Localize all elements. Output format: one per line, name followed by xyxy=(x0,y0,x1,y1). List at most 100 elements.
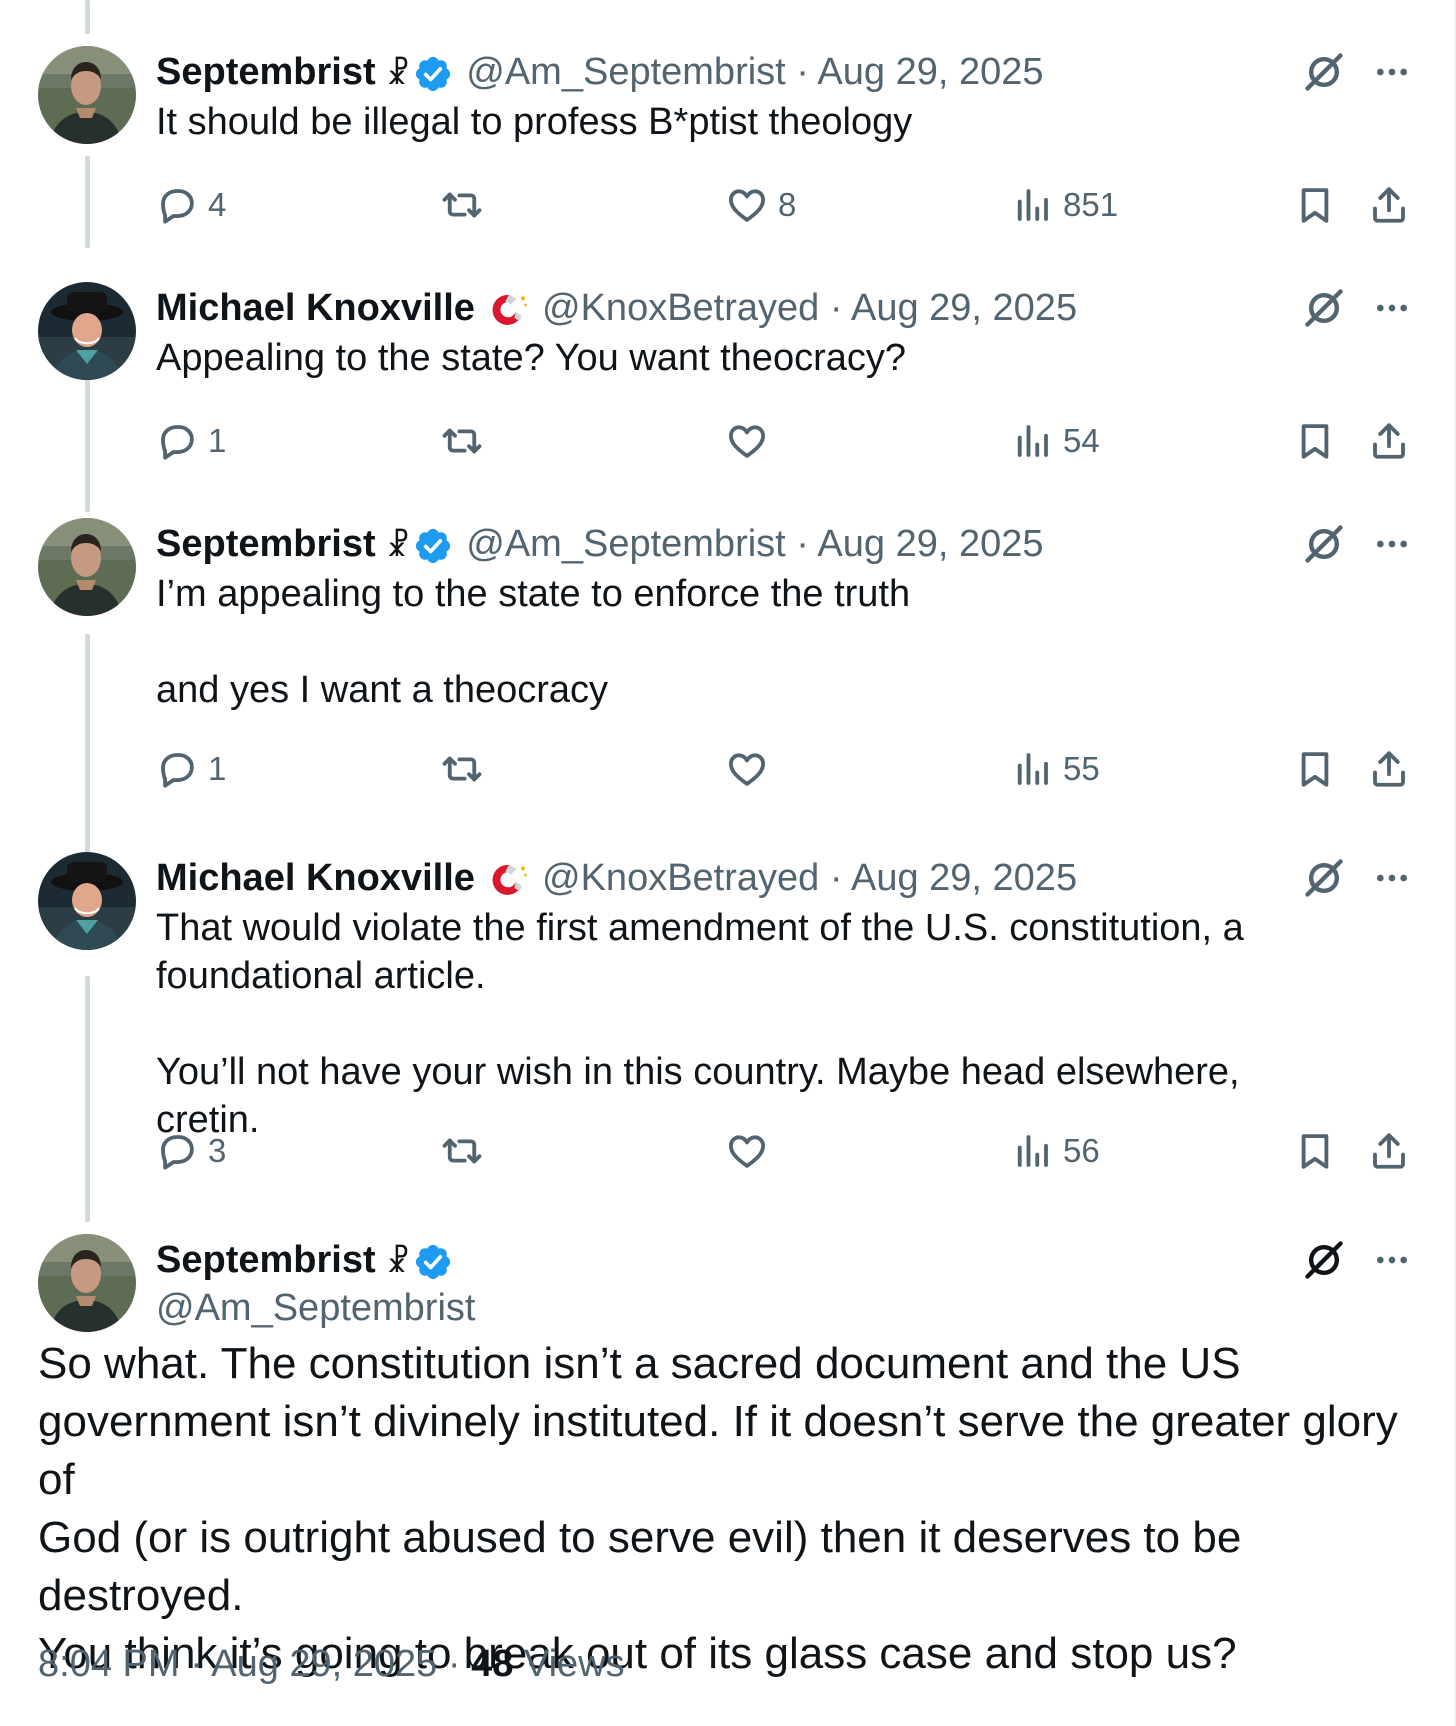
verified-badge-icon[interactable] xyxy=(413,526,453,566)
grok-icon[interactable] xyxy=(1302,286,1346,330)
tweet-text: Appealing to the state? You want theocra… xyxy=(156,337,906,379)
like-button[interactable]: 8 xyxy=(726,180,796,230)
repost-icon xyxy=(441,1130,483,1172)
views-button[interactable]: 55 xyxy=(1011,744,1100,794)
separator-dot: · xyxy=(447,1643,461,1685)
more-icon[interactable] xyxy=(1372,524,1412,564)
bookmark-icon xyxy=(1294,748,1336,790)
share-button[interactable] xyxy=(1368,180,1410,230)
tweet-date[interactable]: Aug 29, 2025 xyxy=(851,857,1077,899)
views-icon xyxy=(1011,184,1053,226)
author-name[interactable]: Septembrist xyxy=(156,523,376,565)
author-name[interactable]: Michael Knoxville xyxy=(156,287,475,329)
bookmark-icon xyxy=(1294,184,1336,226)
grok-icon[interactable] xyxy=(1302,522,1346,566)
repost-button[interactable] xyxy=(441,416,493,466)
like-button[interactable] xyxy=(726,744,778,794)
repost-button[interactable] xyxy=(441,1126,493,1176)
share-icon xyxy=(1368,420,1410,462)
like-icon xyxy=(726,184,768,226)
like-button[interactable] xyxy=(726,1126,778,1176)
author-name[interactable]: Septembrist xyxy=(156,1239,376,1281)
tweet-header: Michael Knoxville @KnoxBetrayed · Aug 29… xyxy=(156,856,1077,900)
share-icon xyxy=(1368,1130,1410,1172)
reply-button[interactable]: 3 xyxy=(156,1126,226,1176)
verified-badge-icon[interactable] xyxy=(413,1242,453,1282)
avatar[interactable] xyxy=(38,852,136,950)
separator-dot: · xyxy=(829,287,843,329)
tweet-actions: 3 56 xyxy=(156,1126,1416,1176)
views-button[interactable]: 54 xyxy=(1011,416,1100,466)
chi-rho-symbol: ☧ xyxy=(386,58,410,91)
views-button[interactable]: 56 xyxy=(1011,1126,1100,1176)
chi-rho-symbol: ☧ xyxy=(386,1246,410,1279)
share-button[interactable] xyxy=(1368,1126,1410,1176)
tweet-date[interactable]: Aug 29, 2025 xyxy=(851,287,1077,329)
views-icon xyxy=(1011,1130,1053,1172)
repost-button[interactable] xyxy=(441,180,493,230)
tweet-text: It should be illegal to profess B*ptist … xyxy=(156,101,913,143)
views-icon xyxy=(1011,748,1053,790)
grok-icon[interactable] xyxy=(1302,50,1346,94)
views-count: 48 xyxy=(471,1643,514,1685)
more-icon[interactable] xyxy=(1372,858,1412,898)
like-icon xyxy=(726,748,768,790)
like-button[interactable] xyxy=(726,416,778,466)
avatar[interactable] xyxy=(38,282,136,380)
tweet-date[interactable]: Aug 29, 2025 xyxy=(817,51,1043,93)
author-handle[interactable]: @Am_Septembrist xyxy=(466,523,785,565)
repost-button[interactable] xyxy=(441,744,493,794)
views-button[interactable]: 851 xyxy=(1011,180,1118,230)
magnet-icon xyxy=(488,860,528,900)
author-handle[interactable]: @KnoxBetrayed xyxy=(542,287,819,329)
tweet-date[interactable]: Aug 29, 2025 xyxy=(817,523,1043,565)
grok-icon[interactable] xyxy=(1302,1238,1346,1282)
tweet-text: That would violate the first amendment o… xyxy=(156,907,1244,1141)
thread-line xyxy=(85,156,90,248)
separator-dot: · xyxy=(829,857,843,899)
bookmark-icon xyxy=(1294,420,1336,462)
author-name[interactable]: Septembrist xyxy=(156,51,376,93)
author-handle[interactable]: @Am_Septembrist xyxy=(466,51,785,93)
more-icon[interactable] xyxy=(1372,52,1412,92)
bookmark-icon xyxy=(1294,1130,1336,1172)
share-icon xyxy=(1368,184,1410,226)
magnet-icon xyxy=(488,290,528,330)
tweet-time[interactable]: 8:04 PM xyxy=(38,1643,180,1685)
reply-icon xyxy=(156,420,198,462)
author-name[interactable]: Michael Knoxville xyxy=(156,857,475,899)
separator-dot: · xyxy=(796,51,809,93)
thread-line xyxy=(85,976,90,1222)
views-icon xyxy=(1011,420,1053,462)
reply-button[interactable]: 1 xyxy=(156,416,226,466)
avatar[interactable] xyxy=(38,518,136,616)
reply-icon xyxy=(156,748,198,790)
views-label: Views xyxy=(523,1643,625,1685)
author-handle[interactable]: @Am_Septembrist xyxy=(156,1286,475,1330)
bookmark-button[interactable] xyxy=(1294,180,1336,230)
more-icon[interactable] xyxy=(1372,288,1412,328)
tweet-date[interactable]: Aug 29, 2025 xyxy=(211,1643,437,1685)
author-handle[interactable]: @KnoxBetrayed xyxy=(542,857,819,899)
share-button[interactable] xyxy=(1368,744,1410,794)
chi-rho-symbol: ☧ xyxy=(386,530,410,563)
bookmark-button[interactable] xyxy=(1294,744,1336,794)
bookmark-button[interactable] xyxy=(1294,1126,1336,1176)
avatar[interactable] xyxy=(38,1234,136,1332)
bookmark-button[interactable] xyxy=(1294,416,1336,466)
share-button[interactable] xyxy=(1368,416,1410,466)
more-icon[interactable] xyxy=(1372,1240,1412,1280)
main-tweet-text: So what. The constitution isn’t a sacred… xyxy=(38,1339,1398,1678)
grok-icon[interactable] xyxy=(1302,856,1346,900)
tweet-actions: 1 54 xyxy=(156,416,1416,466)
tweet-header: Septembrist ☧ @Am_Septembrist · Aug 29, … xyxy=(156,522,1044,569)
reply-button[interactable]: 1 xyxy=(156,744,226,794)
tweet-header: Septembrist ☧ xyxy=(156,1238,456,1285)
reply-button[interactable]: 4 xyxy=(156,180,226,230)
reply-icon xyxy=(156,1130,198,1172)
verified-badge-icon[interactable] xyxy=(413,54,453,94)
avatar[interactable] xyxy=(38,46,136,144)
tweet-actions: 1 55 xyxy=(156,744,1416,794)
tweet-actions: 4 8 851 xyxy=(156,180,1416,230)
tweet-header: Septembrist ☧ @Am_Septembrist · Aug 29, … xyxy=(156,50,1044,97)
